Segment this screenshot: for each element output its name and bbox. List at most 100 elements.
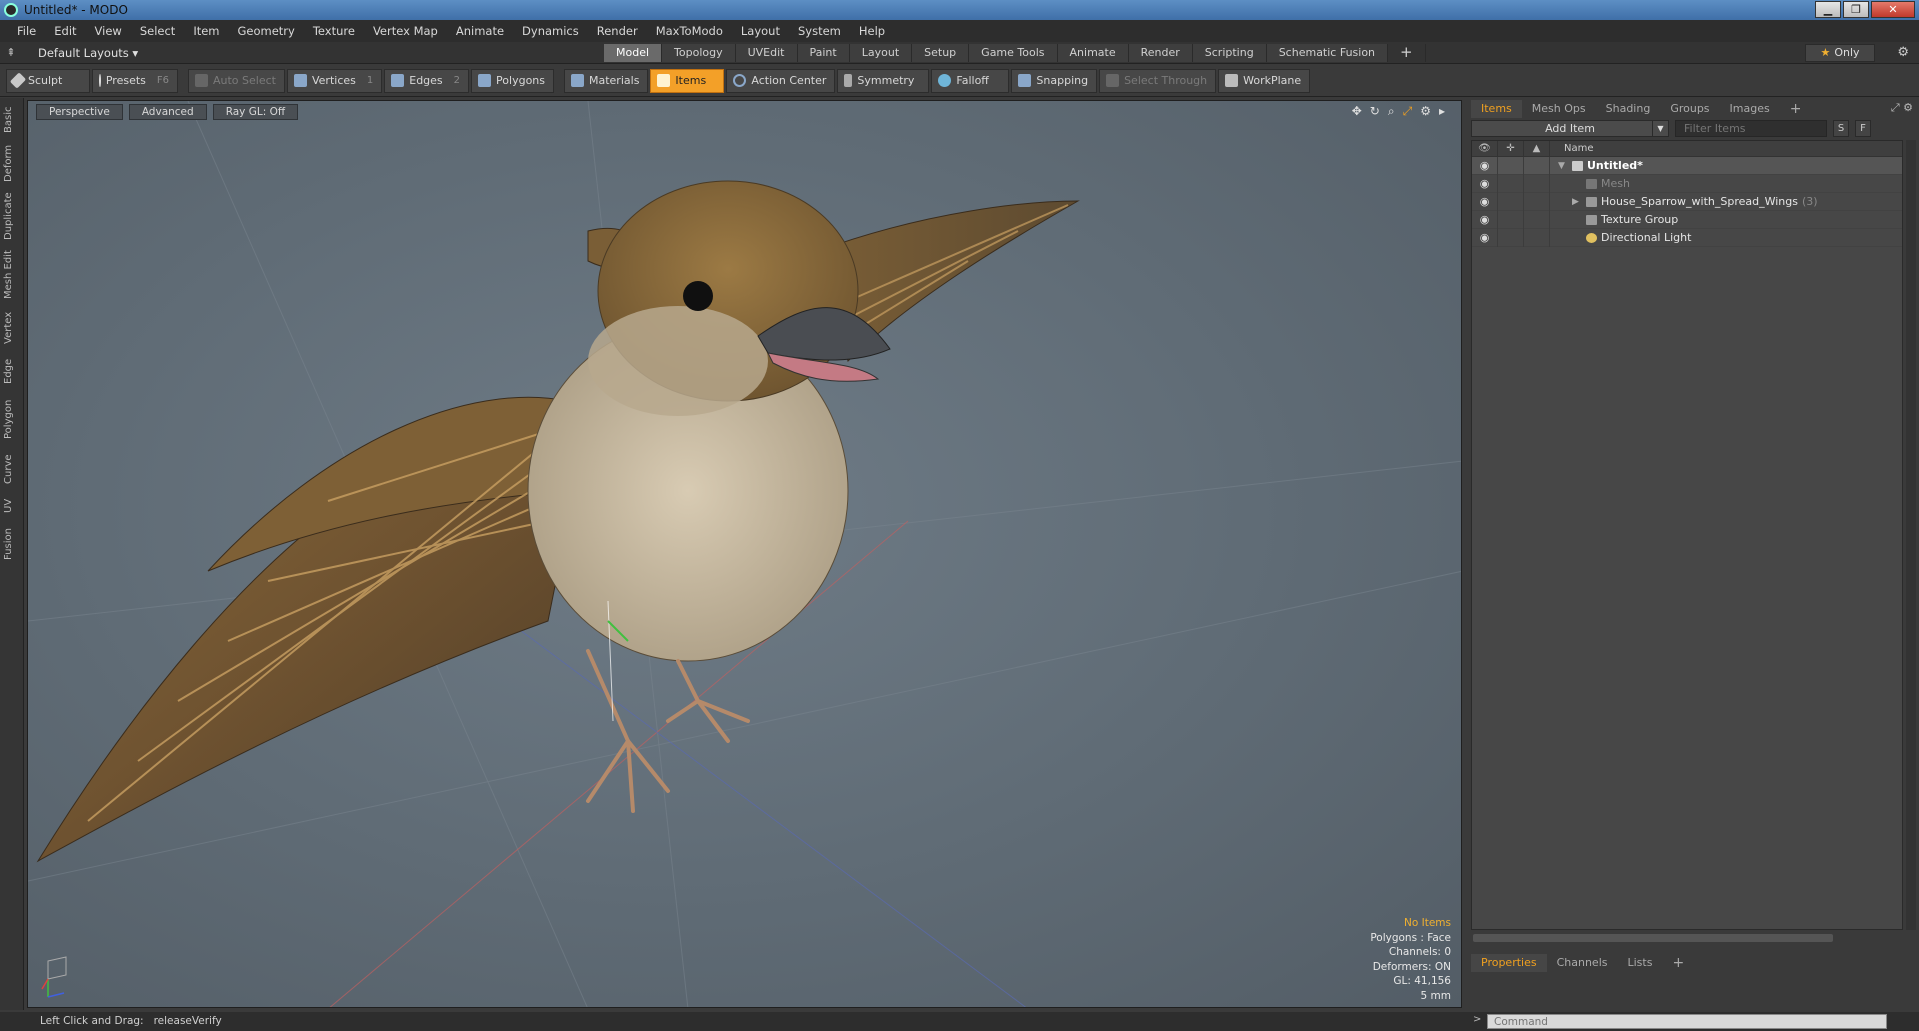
- menu-help[interactable]: Help: [850, 24, 894, 38]
- select-through-button[interactable]: Select Through: [1099, 68, 1217, 93]
- add-properties-tab-icon[interactable]: +: [1662, 954, 1694, 972]
- eye-icon[interactable]: ◉: [1472, 174, 1498, 193]
- menu-dynamics[interactable]: Dynamics: [513, 24, 588, 38]
- tab-setup[interactable]: Setup: [912, 44, 970, 62]
- tree-row-texture-group[interactable]: ◉ Texture Group: [1472, 210, 1902, 229]
- tree-row-untitled[interactable]: ◉ ▼ Untitled*: [1472, 156, 1902, 175]
- close-icon[interactable]: ✕: [1871, 1, 1915, 18]
- tab-animate[interactable]: Animate: [1057, 44, 1129, 62]
- materials-button[interactable]: Materials: [564, 68, 649, 93]
- expand-arrow-icon[interactable]: ▶: [1572, 197, 1586, 207]
- only-button[interactable]: ★ Only: [1805, 44, 1875, 62]
- panel-expand-icon[interactable]: ⤢ ⚙: [1891, 101, 1913, 115]
- tab-paint[interactable]: Paint: [797, 44, 850, 62]
- menu-item[interactable]: Item: [184, 24, 228, 38]
- fit-view-icon[interactable]: ⤢: [1403, 104, 1413, 119]
- menu-file[interactable]: File: [8, 24, 45, 38]
- sculpt-button[interactable]: Sculpt: [6, 68, 90, 93]
- menu-maxtomodo[interactable]: MaxToModo: [647, 24, 732, 38]
- tab-lists[interactable]: Lists: [1618, 954, 1663, 972]
- tab-render[interactable]: Render: [1128, 44, 1193, 62]
- layout-selector[interactable]: Default Layouts ▾: [22, 46, 162, 60]
- tree-row-mesh[interactable]: ◉ Mesh: [1472, 174, 1902, 193]
- 3d-viewport[interactable]: Perspective Advanced Ray GL: Off ✥ ↻ ⌕ ⤢…: [27, 100, 1462, 1008]
- menu-view[interactable]: View: [86, 24, 131, 38]
- vertices-button[interactable]: Vertices 1: [286, 68, 383, 93]
- menu-select[interactable]: Select: [131, 24, 184, 38]
- command-input[interactable]: [1487, 1014, 1887, 1029]
- filter-f-button[interactable]: F: [1855, 120, 1871, 137]
- tab-layout[interactable]: Layout: [849, 44, 913, 62]
- tab-uvedit[interactable]: UVEdit: [735, 44, 798, 62]
- vtab-edge[interactable]: Edge: [3, 356, 21, 386]
- presets-button[interactable]: Presets F6: [92, 68, 178, 93]
- tree-vertical-scrollbar[interactable]: [1906, 140, 1916, 930]
- menu-render[interactable]: Render: [588, 24, 647, 38]
- tab-game-tools[interactable]: Game Tools: [969, 44, 1058, 62]
- polygons-button[interactable]: Polygons: [471, 68, 554, 93]
- eye-icon[interactable]: ◉: [1472, 228, 1498, 247]
- tab-images[interactable]: Images: [1720, 100, 1780, 118]
- tab-scripting[interactable]: Scripting: [1192, 44, 1267, 62]
- menu-layout[interactable]: Layout: [732, 24, 789, 38]
- perspective-dropdown[interactable]: Perspective: [36, 104, 123, 120]
- tab-items[interactable]: Items: [1471, 100, 1522, 118]
- advanced-dropdown[interactable]: Advanced: [128, 104, 207, 120]
- add-item-button[interactable]: Add Item ▼: [1471, 120, 1669, 137]
- minimize-icon[interactable]: ▁: [1815, 1, 1841, 18]
- menu-texture[interactable]: Texture: [304, 24, 364, 38]
- tab-channels[interactable]: Channels: [1547, 954, 1618, 972]
- vtab-polygon[interactable]: Polygon: [3, 396, 21, 442]
- gear-icon[interactable]: ⚙: [1897, 45, 1909, 60]
- eye-icon[interactable]: ◉: [1472, 192, 1498, 211]
- name-column-header[interactable]: Name: [1550, 141, 1594, 157]
- render-column-icon[interactable]: ▲: [1524, 140, 1550, 157]
- items-button[interactable]: Items: [650, 68, 725, 93]
- menu-animate[interactable]: Animate: [447, 24, 513, 38]
- raygl-dropdown[interactable]: Ray GL: Off: [212, 104, 299, 120]
- menu-geometry[interactable]: Geometry: [229, 24, 304, 38]
- action-center-button[interactable]: Action Center: [726, 68, 836, 93]
- add-item-dropdown-icon[interactable]: ▼: [1652, 121, 1668, 136]
- symmetry-button[interactable]: Symmetry: [837, 68, 930, 93]
- workplane-button[interactable]: WorkPlane: [1218, 68, 1311, 93]
- menu-edit[interactable]: Edit: [45, 24, 85, 38]
- zoom-view-icon[interactable]: ⌕: [1388, 104, 1395, 119]
- tree-horizontal-scrollbar[interactable]: [1473, 934, 1833, 942]
- add-tab-icon[interactable]: +: [1388, 44, 1426, 62]
- tab-mesh-ops[interactable]: Mesh Ops: [1522, 100, 1596, 118]
- collapse-arrow-icon[interactable]: ▼: [1558, 161, 1572, 171]
- visibility-column-icon[interactable]: 👁: [1472, 140, 1498, 157]
- vtab-mesh-edit[interactable]: Mesh Edit: [3, 250, 21, 300]
- falloff-button[interactable]: Falloff: [931, 68, 1010, 93]
- vtab-duplicate[interactable]: Duplicate: [3, 192, 21, 240]
- layout-arrow-icon[interactable]: ⇞: [0, 46, 22, 59]
- add-panel-tab-icon[interactable]: +: [1780, 100, 1812, 118]
- viewport-gear-icon[interactable]: ⚙: [1420, 104, 1431, 119]
- tab-groups[interactable]: Groups: [1660, 100, 1719, 118]
- vtab-fusion[interactable]: Fusion: [3, 526, 21, 562]
- auto-select-button[interactable]: Auto Select: [188, 68, 285, 93]
- vtab-basic[interactable]: Basic: [3, 104, 21, 136]
- move-view-icon[interactable]: ✥: [1352, 104, 1362, 119]
- tree-row-directional-light[interactable]: ◉ Directional Light: [1472, 228, 1902, 247]
- filter-s-button[interactable]: S: [1833, 120, 1849, 137]
- menu-vertex-map[interactable]: Vertex Map: [364, 24, 447, 38]
- tree-row-sparrow[interactable]: ◉ ▶ House_Sparrow_with_Spread_Wings (3): [1472, 192, 1902, 211]
- snapping-button[interactable]: Snapping: [1011, 68, 1098, 93]
- tab-model[interactable]: Model: [604, 44, 663, 62]
- maximize-icon[interactable]: ❐: [1843, 1, 1869, 18]
- eye-icon[interactable]: ◉: [1472, 210, 1498, 229]
- lock-column-icon[interactable]: ✛: [1498, 140, 1524, 157]
- tab-topology[interactable]: Topology: [662, 44, 736, 62]
- tab-schematic-fusion[interactable]: Schematic Fusion: [1266, 44, 1389, 62]
- eye-icon[interactable]: ◉: [1472, 156, 1498, 175]
- viewport-expand-icon[interactable]: ▸: [1439, 104, 1445, 119]
- vtab-vertex[interactable]: Vertex: [3, 310, 21, 346]
- rotate-view-icon[interactable]: ↻: [1370, 104, 1380, 119]
- tab-properties[interactable]: Properties: [1471, 954, 1547, 972]
- menu-system[interactable]: System: [789, 24, 850, 38]
- vtab-deform[interactable]: Deform: [3, 144, 21, 182]
- filter-items-input[interactable]: [1675, 120, 1827, 137]
- vtab-uv[interactable]: UV: [3, 496, 21, 516]
